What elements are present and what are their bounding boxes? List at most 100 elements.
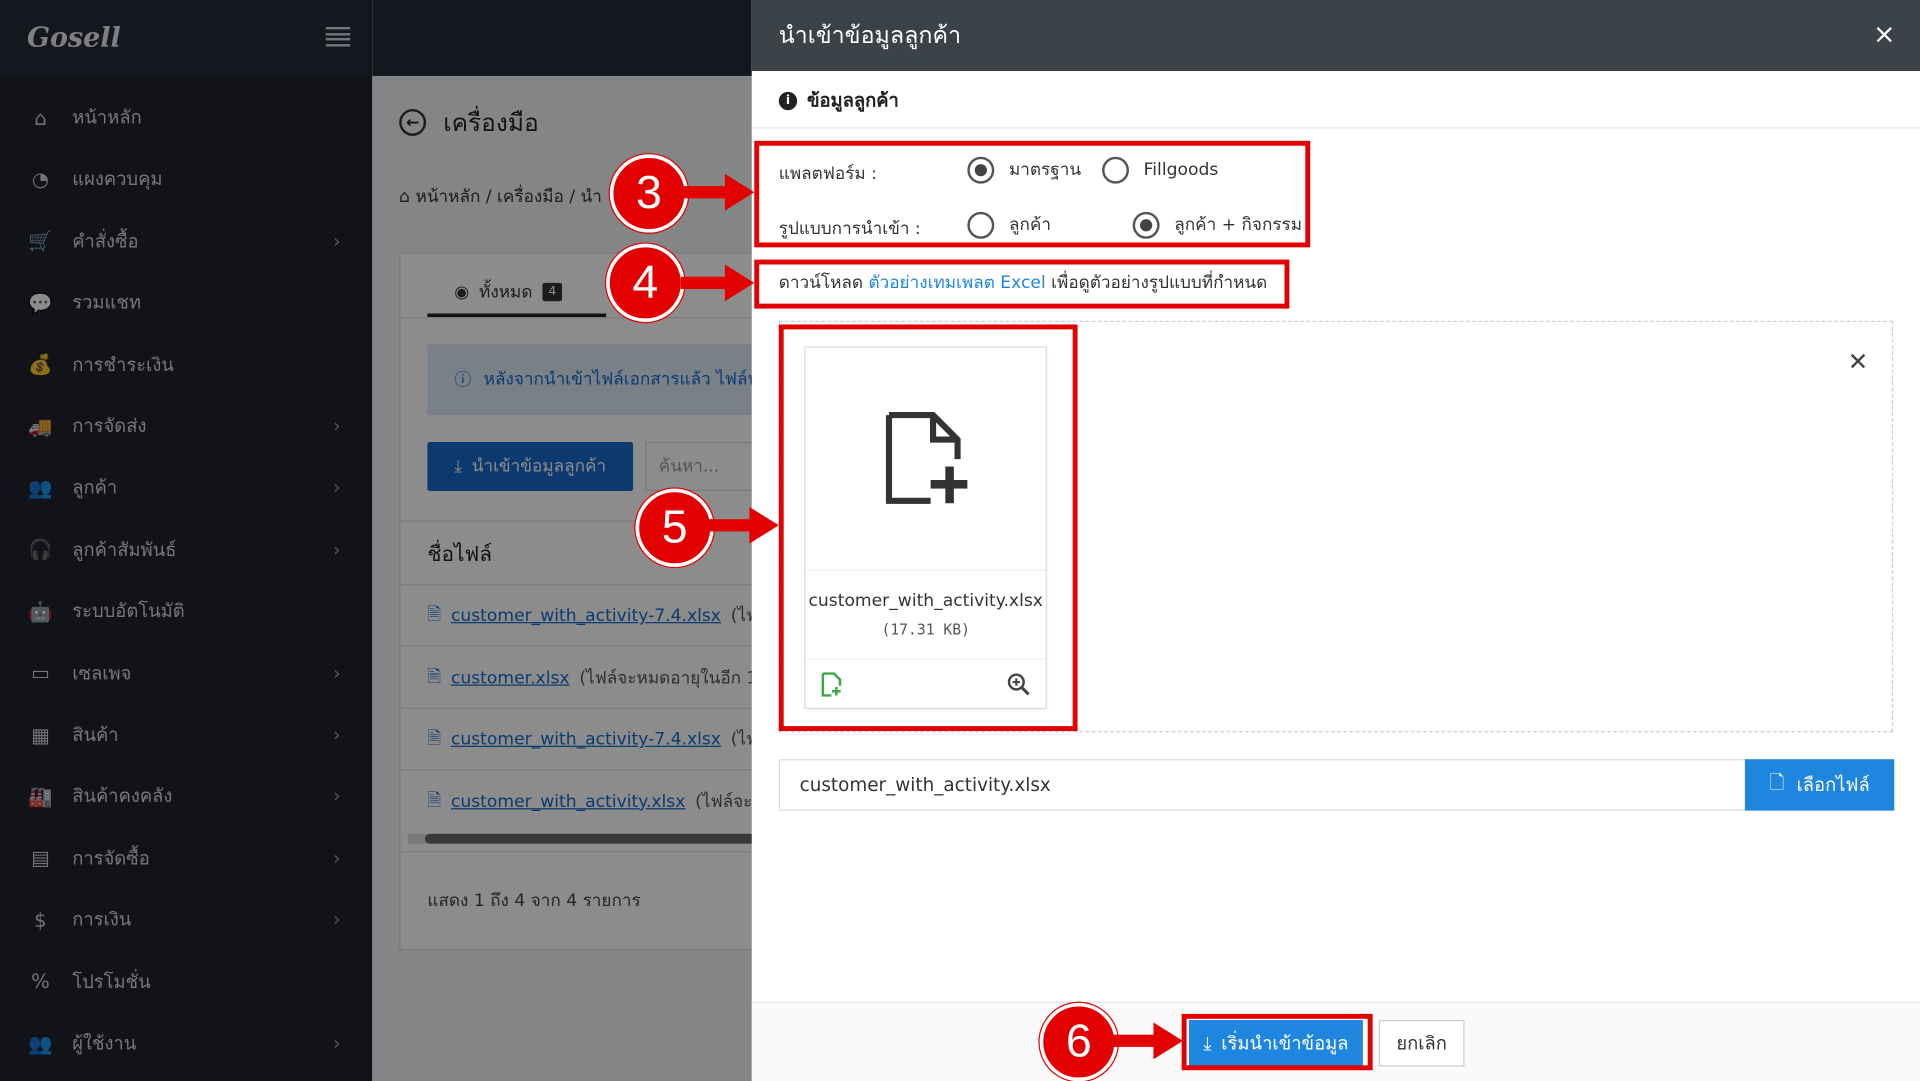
back-arrow-icon[interactable]: ← xyxy=(399,108,427,136)
scrollbar-thumb[interactable] xyxy=(424,833,752,844)
sidebar-item[interactable]: % โปรโมชั่น xyxy=(0,957,372,1006)
sidebar-item-label: สินค้าคงคลัง xyxy=(72,785,173,808)
chevron-right-icon: › xyxy=(333,723,341,746)
table-row: 🗎 customer_with_activity-7.4.xlsx (ไฟล์จะ xyxy=(427,725,751,754)
file-download-icon: 🗎 xyxy=(427,604,442,625)
window-icon: ▭ xyxy=(31,661,50,685)
radio-circle[interactable] xyxy=(1102,156,1129,184)
table-row: 🗎 customer_with_activity.xlsx (ไฟล์จะหมด xyxy=(427,787,751,816)
info-notice: ⓘ หลังจากนำเข้าไฟล์เอกสารแล้ว ไฟล์น xyxy=(427,344,752,416)
column-header-filename[interactable]: ชื่อไฟล์ xyxy=(427,538,492,571)
sidebar-item-label: ลูกค้าสัมพันธ์ xyxy=(72,538,177,561)
chevron-right-icon: › xyxy=(333,908,341,931)
radio-format-customer[interactable]: ลูกค้า xyxy=(967,211,1051,239)
radio-label: มาตรฐาน xyxy=(1008,160,1082,181)
table-summary: แสดง 1 ถึง 4 จาก 4 รายการ xyxy=(427,891,641,912)
radio-circle[interactable] xyxy=(1132,211,1160,239)
file-link[interactable]: customer.xlsx xyxy=(451,668,570,688)
sidebar-item[interactable]: $ การเงิน › xyxy=(0,895,372,944)
sidebar-item[interactable]: ▦ สินค้า › xyxy=(0,710,372,759)
tab-all-count-badge: 4 xyxy=(542,282,563,302)
chevron-right-icon: › xyxy=(333,476,341,499)
sidebar-item-label: เซลเพจ xyxy=(72,661,132,684)
divider xyxy=(400,707,752,709)
radio-format-customer-activity[interactable]: ลูกค้า + กิจกรรม xyxy=(1132,211,1302,239)
file-plus-icon xyxy=(885,411,968,504)
sidebar: Gosell ⌂ หน้าหลัก ◔ แผงควบคุม 🛒 คำสั่งซื้อ › 💬 ร… xyxy=(0,0,373,1081)
radio-circle[interactable] xyxy=(967,156,995,184)
chevron-right-icon: › xyxy=(333,229,341,252)
file-download-icon: 🗎 xyxy=(427,790,442,811)
horizontal-scrollbar[interactable] xyxy=(407,833,752,844)
download-suffix: เพื่อดูตัวอย่างรูปแบบที่กำหนด xyxy=(1051,273,1268,293)
file-expiry-note: (ไฟล์จะหมดอายุในอีก 14 xyxy=(579,667,752,688)
file-preview-image xyxy=(805,348,1046,571)
file-preview-name: customer_with_activity.xlsx xyxy=(808,591,1043,612)
money-bag-icon: 💰 xyxy=(28,352,53,377)
dashboard-icon: ◔ xyxy=(31,167,49,191)
file-add-green-icon[interactable] xyxy=(820,672,842,697)
tab-all-label: ทั้งหมด xyxy=(479,282,533,302)
info-icon: i xyxy=(778,91,798,110)
sidebar-item-label: การจัดส่ง xyxy=(72,415,147,438)
sidebar-item[interactable]: ◔ แผงควบคุม xyxy=(0,155,372,204)
page-header: ← เครื่องมือ xyxy=(399,103,539,142)
sidebar-item[interactable]: 🛒 คำสั่งซื้อ › xyxy=(0,216,372,265)
sidebar-item[interactable]: 🎧 ลูกค้าสัมพันธ์ › xyxy=(0,525,372,574)
file-dropzone[interactable]: ✕ customer_with_activity.xlsx (17.31 KB) xyxy=(778,320,1894,733)
divider xyxy=(400,645,752,647)
gosell-logo[interactable]: Gosell xyxy=(27,22,121,54)
file-link[interactable]: customer_with_activity.xlsx xyxy=(451,792,685,812)
sidebar-item[interactable]: 🤖 ระบบอัตโนมัติ xyxy=(0,587,372,636)
divider xyxy=(400,584,752,586)
sidebar-item-label: รวมแชท xyxy=(72,291,141,314)
radio-platform-fillgoods[interactable]: Fillgoods xyxy=(1102,156,1218,184)
sidebar-item-label: ลูกค้า xyxy=(72,476,118,499)
cart-icon: 🛒 xyxy=(28,229,53,253)
file-preview-size: (17.31 KB) xyxy=(881,620,970,638)
sidebar-item[interactable]: ▭ เซลเพจ › xyxy=(0,648,372,697)
sidebar-item[interactable]: ⌂ หน้าหลัก xyxy=(0,93,372,142)
sidebar-item-label: ผู้ใช้งาน xyxy=(72,1032,137,1055)
sidebar-item-label: การจัดซื้อ xyxy=(72,847,150,870)
hamburger-menu-icon[interactable] xyxy=(325,26,351,47)
sidebar-item[interactable]: 🏭 สินค้าคงคลัง › xyxy=(0,772,372,821)
search-input[interactable]: ค้นหา... xyxy=(645,442,752,492)
sidebar-item[interactable]: 👥 ผู้ใช้งาน › xyxy=(0,1019,372,1068)
start-import-button[interactable]: ⤓ เริ่มนำเข้าข้อมูล xyxy=(1188,1020,1363,1067)
file-link[interactable]: customer_with_activity-7.4.xlsx xyxy=(451,730,721,750)
choose-file-button[interactable]: 🗋 เลือกไฟล์ xyxy=(1744,759,1895,811)
sidebar-item[interactable]: 👥 ลูกค้า › xyxy=(0,463,372,512)
sidebar-item[interactable]: 🚚 การจัดส่ง › xyxy=(0,402,372,451)
topbar xyxy=(372,0,752,76)
logo-bar: Gosell xyxy=(0,0,373,76)
cancel-button[interactable]: ยกเลิก xyxy=(1378,1020,1465,1067)
tab-all[interactable]: ◉ ทั้งหมด 4 xyxy=(427,271,607,318)
file-name-input[interactable]: customer_with_activity.xlsx xyxy=(778,759,1747,811)
remove-file-icon[interactable]: ✕ xyxy=(1848,347,1869,376)
sidebar-item[interactable]: 💰 การชำระเงิน xyxy=(0,340,372,389)
excel-template-link[interactable]: ตัวอย่างเทมเพลต Excel xyxy=(868,273,1045,293)
sidebar-item[interactable]: ▤ การจัดซื้อ › xyxy=(0,834,372,883)
breadcrumb: ⌂ หน้าหลัก / เครื่องมือ / นำ xyxy=(399,184,602,211)
radio-circle[interactable] xyxy=(967,211,995,239)
sidebar-item[interactable]: 💬 รวมแชท xyxy=(0,278,372,327)
warehouse-icon: 🏭 xyxy=(28,784,53,809)
users-cog-icon: 👥 xyxy=(28,1031,53,1055)
radio-platform-standard[interactable]: มาตรฐาน xyxy=(967,156,1082,184)
zoom-in-icon[interactable] xyxy=(1007,672,1031,696)
modal-header: นำเข้าข้อมูลลูกค้า × xyxy=(751,0,1920,72)
sidebar-item-label: การชำระเงิน xyxy=(72,353,174,376)
step-arrow-6 xyxy=(1111,1022,1183,1060)
breadcrumb-text[interactable]: หน้าหลัก / เครื่องมือ / นำ xyxy=(416,187,602,207)
modal-title: นำเข้าข้อมูลลูกค้า xyxy=(778,22,962,49)
close-icon[interactable]: × xyxy=(1873,20,1896,51)
file-link[interactable]: customer_with_activity-7.4.xlsx xyxy=(451,606,721,626)
table-row: 🗎 customer.xlsx (ไฟล์จะหมดอายุในอีก 14 xyxy=(427,663,751,692)
import-list-card: ◉ ทั้งหมด 4 ⓘ หลังจากนำเข้าไฟล์เอกสารแล้… xyxy=(399,252,752,951)
sidebar-item-label: โปรโมชั่น xyxy=(72,970,151,993)
file-expiry-note: (ไฟล์จะหมด xyxy=(695,791,752,812)
file-expiry-note: (ไฟล์จะ xyxy=(730,606,752,626)
home-icon: ⌂ xyxy=(399,187,416,207)
import-customers-button[interactable]: ⤓ นำเข้าข้อมูลลูกค้า xyxy=(427,442,634,492)
